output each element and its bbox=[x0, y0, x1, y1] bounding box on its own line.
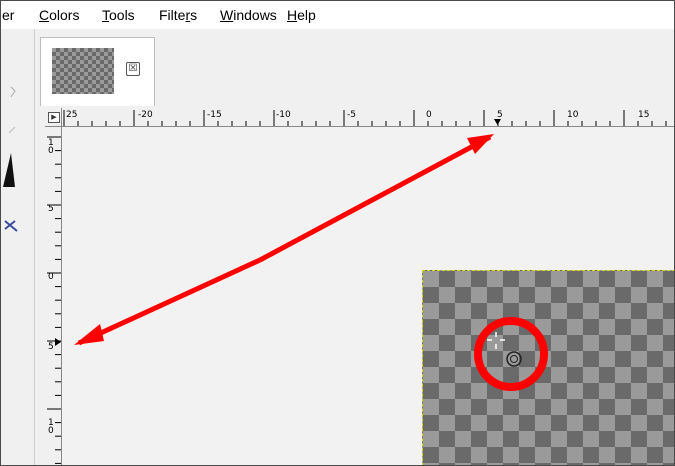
highlight-circle bbox=[474, 317, 548, 391]
annotation-arrowhead-left bbox=[74, 324, 104, 345]
annotation-arrowhead-right bbox=[467, 134, 494, 154]
crosshair-cursor-icon bbox=[487, 332, 505, 349]
pointer-target-icon bbox=[506, 351, 522, 367]
pointer-target-inner-icon bbox=[510, 355, 518, 363]
annotation-overlay bbox=[74, 134, 548, 391]
annotation-arrow-right-shaft bbox=[258, 134, 492, 263]
annotation-arrow-left-shaft bbox=[77, 257, 262, 346]
